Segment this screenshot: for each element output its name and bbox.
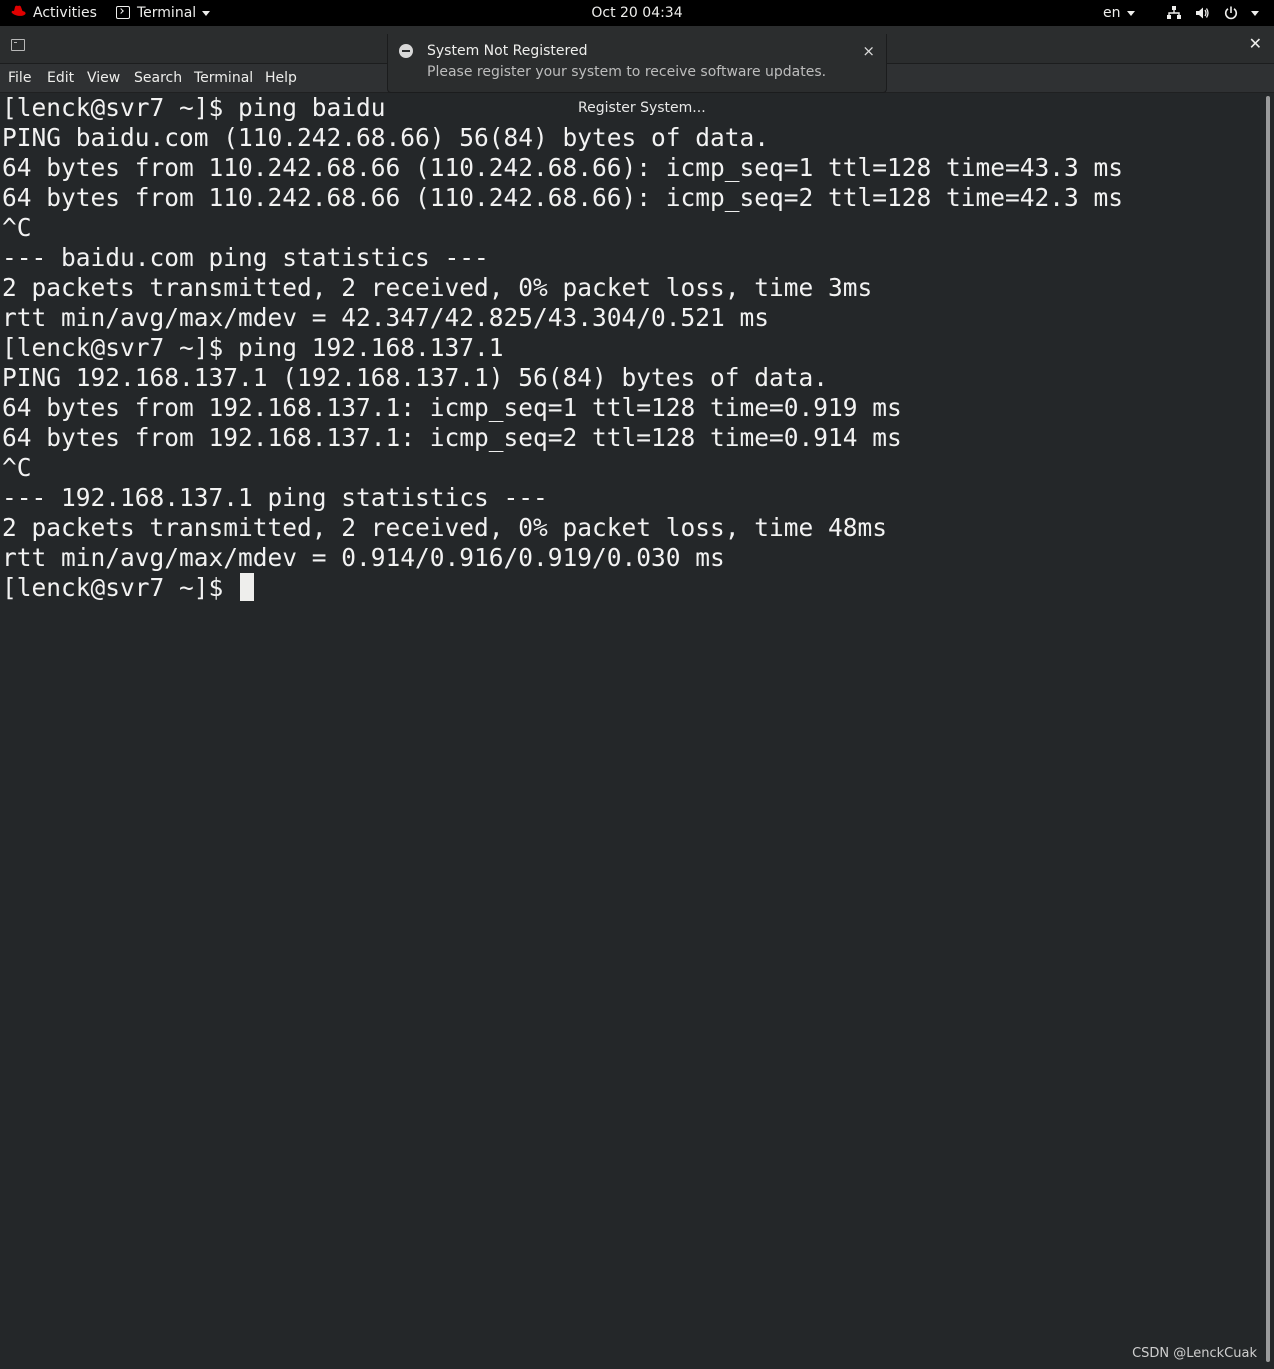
terminal-line: 64 bytes from 110.242.68.66 (110.242.68.… (2, 183, 1124, 212)
terminal-line: [lenck@svr7 ~]$ ping 192.168.137.1 (2, 333, 504, 362)
terminal-prompt: [lenck@svr7 ~]$ (2, 573, 239, 602)
terminal-line: [lenck@svr7 ~]$ ping baidu (2, 93, 386, 122)
terminal-line: 64 bytes from 110.242.68.66 (110.242.68.… (2, 153, 1124, 182)
terminal-line: rtt min/avg/max/mdev = 0.914/0.916/0.919… (2, 543, 725, 572)
menu-file[interactable]: File (8, 64, 31, 92)
terminal-line: 2 packets transmitted, 2 received, 0% pa… (2, 273, 873, 302)
terminal-line: ^C (2, 453, 32, 482)
terminal-line: --- 192.168.137.1 ping statistics --- (2, 483, 548, 512)
menu-help[interactable]: Help (265, 64, 297, 92)
terminal-line: PING 192.168.137.1 (192.168.137.1) 56(84… (2, 363, 829, 392)
terminal-line: 64 bytes from 192.168.137.1: icmp_seq=2 … (2, 423, 902, 452)
notification-title: System Not Registered (427, 43, 588, 59)
notification-icon (399, 44, 413, 58)
terminal-window-icon (11, 39, 25, 51)
volume-icon (1196, 7, 1210, 19)
power-icon (1224, 6, 1237, 20)
language-label: en (1103, 5, 1121, 21)
notification-body: Please register your system to receive s… (427, 64, 827, 80)
terminal-line: rtt min/avg/max/mdev = 42.347/42.825/43.… (2, 303, 770, 332)
chevron-down-icon (1126, 10, 1135, 16)
terminal-line: ^C (2, 213, 32, 242)
clock[interactable]: Oct 20 04:34 (0, 0, 1274, 26)
menu-edit[interactable]: Edit (47, 64, 74, 92)
menu-view[interactable]: View (87, 64, 120, 92)
terminal-line: PING baidu.com (110.242.68.66) 56(84) by… (2, 123, 770, 152)
register-system-button[interactable]: Register System... (578, 100, 706, 116)
network-icon (1167, 6, 1181, 19)
language-indicator[interactable]: en (1103, 0, 1135, 26)
terminal-scrollbar[interactable] (1266, 96, 1270, 1362)
top-bar: Activities Terminal Oct 20 04:34 en (0, 0, 1274, 26)
text-cursor (240, 573, 255, 601)
system-menu[interactable] (1166, 0, 1260, 26)
chevron-down-icon (1251, 10, 1260, 16)
menu-terminal[interactable]: Terminal (194, 64, 253, 92)
window-close-icon[interactable]: ✕ (1249, 34, 1262, 54)
terminal-line: --- baidu.com ping statistics --- (2, 243, 489, 272)
terminal-line: 64 bytes from 192.168.137.1: icmp_seq=1 … (2, 393, 902, 422)
watermark: CSDN @LenckCuak (1132, 1346, 1257, 1361)
menu-search[interactable]: Search (134, 64, 182, 92)
terminal-line: 2 packets transmitted, 2 received, 0% pa… (2, 513, 888, 542)
terminal-output[interactable]: [lenck@svr7 ~]$ ping baidu PING baidu.co… (0, 93, 1262, 1369)
notification-banner[interactable]: System Not Registered Please register yo… (387, 34, 887, 93)
close-icon[interactable]: × (862, 42, 875, 60)
terminal-prompt-line: [lenck@svr7 ~]$ (2, 573, 255, 603)
